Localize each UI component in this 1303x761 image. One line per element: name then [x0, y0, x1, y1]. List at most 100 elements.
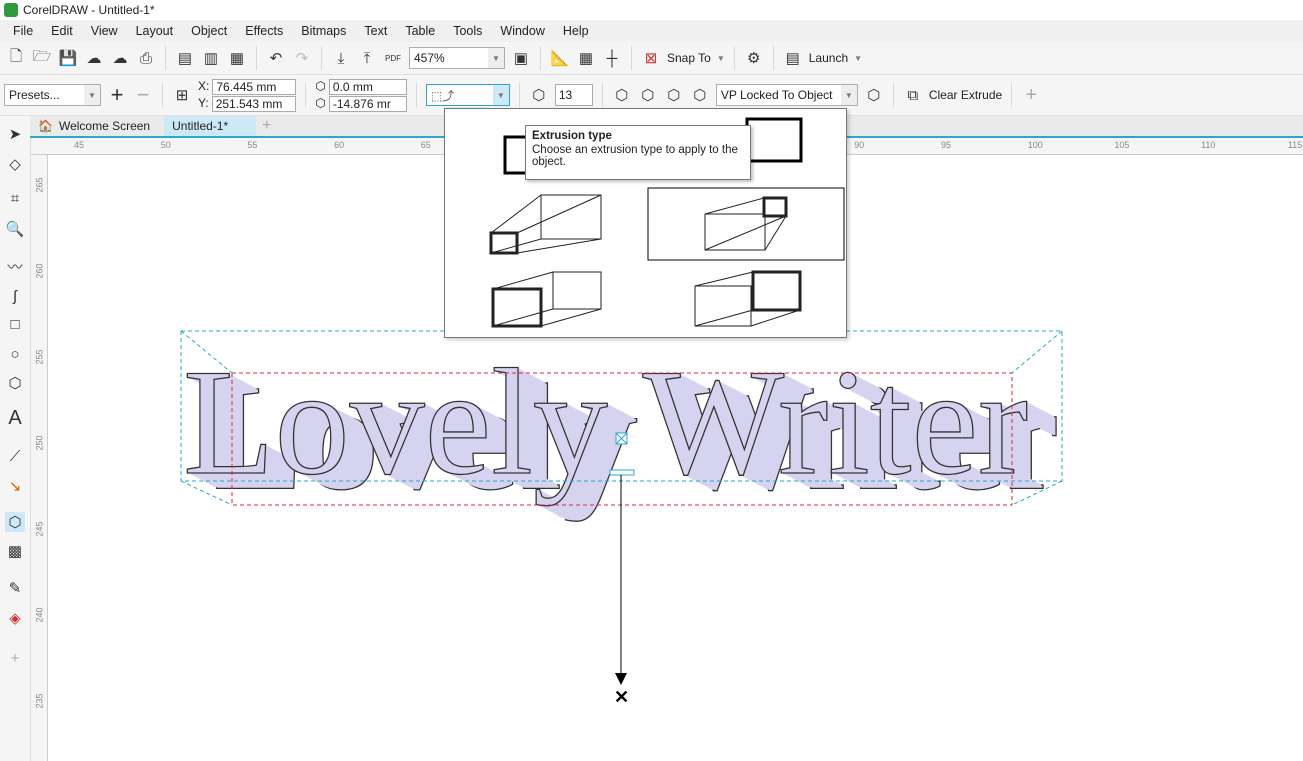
eyedropper-tool-icon[interactable]: ✎: [5, 578, 25, 598]
clear-extrude-button[interactable]: Clear Extrude: [929, 88, 1002, 102]
extrusion-type-option-big-back[interactable]: [745, 117, 803, 163]
import-icon[interactable]: ⤓: [331, 48, 351, 68]
extrusion-color-icon[interactable]: ⬡: [638, 85, 658, 105]
launch-button[interactable]: Launch: [809, 51, 848, 65]
clear-extrude-icon[interactable]: ⧉: [903, 85, 923, 105]
x-position-input[interactable]: 76.445 mm: [212, 78, 297, 95]
copy-icon[interactable]: ▥: [201, 48, 221, 68]
tooltip: Extrusion type Choose an extrusion type …: [525, 125, 751, 180]
snap-off-icon[interactable]: ⊠: [641, 48, 661, 68]
vertical-ruler[interactable]: 265 260 255 250 245 240 235: [31, 155, 48, 761]
zoom-level-combo[interactable]: 457% ▼: [409, 47, 505, 69]
depth-slider-handle[interactable]: [609, 469, 635, 476]
extrusion-type-option-selected[interactable]: [647, 187, 845, 261]
vp-x-input[interactable]: 0.0 mm: [328, 78, 407, 95]
snap-to-button[interactable]: Snap To: [667, 51, 711, 65]
add-icon[interactable]: +: [1021, 84, 1041, 106]
position-fields: X: 76.445 mm Y: 251.543 mm: [198, 78, 297, 112]
full-screen-icon[interactable]: ▣: [511, 48, 531, 68]
y-position-input[interactable]: 251.543 mm: [211, 95, 296, 112]
menu-text[interactable]: Text: [355, 24, 396, 38]
chevron-down-icon[interactable]: ▼: [717, 54, 725, 63]
copy-extrude-icon[interactable]: ⬡: [864, 85, 884, 105]
ruler-tick-label: 240: [34, 607, 45, 623]
tab-welcome-screen[interactable]: 🏠 Welcome Screen: [30, 116, 164, 136]
vanishing-point-lock-combo[interactable]: VP Locked To Object ▼: [715, 84, 858, 106]
connector-tool-icon[interactable]: ↘: [5, 476, 25, 496]
zoom-tool-icon[interactable]: 🔍: [5, 219, 25, 239]
extrusion-lighting-icon[interactable]: ⬡: [690, 85, 710, 105]
extrusion-bevels-icon[interactable]: ⬡: [664, 85, 684, 105]
menu-file[interactable]: File: [4, 24, 42, 38]
extrusion-type-option-small-front[interactable]: [489, 194, 602, 255]
grid-icon[interactable]: ▦: [576, 48, 596, 68]
extrusion-type-option-big-front[interactable]: [491, 271, 602, 328]
cloud-download-icon[interactable]: ☁: [84, 48, 104, 68]
extrude-rotation-icon[interactable]: ⬡: [612, 85, 632, 105]
paste-icon[interactable]: ▦: [227, 48, 247, 68]
ruler-tick-label: 115: [1287, 140, 1303, 150]
window-title: CorelDRAW - Untitled-1*: [23, 3, 155, 17]
ruler-tick-label: 105: [1114, 140, 1130, 150]
menu-bitmaps[interactable]: Bitmaps: [292, 24, 355, 38]
chevron-down-icon[interactable]: ▼: [492, 85, 509, 105]
guidelines-icon[interactable]: ┼: [602, 48, 622, 68]
export-icon[interactable]: ⤒: [357, 48, 377, 68]
pick-tool-icon[interactable]: ➤: [5, 124, 25, 144]
new-document-icon[interactable]: 🗋: [6, 48, 26, 68]
save-icon[interactable]: 💾: [58, 48, 78, 68]
menu-effects[interactable]: Effects: [236, 24, 292, 38]
menu-edit[interactable]: Edit: [42, 24, 82, 38]
artistic-media-icon[interactable]: ʃ: [5, 286, 25, 306]
add-preset-icon[interactable]: +: [107, 82, 127, 107]
redo-icon[interactable]: ↷: [292, 48, 312, 68]
open-folder-icon[interactable]: 🗁: [32, 48, 52, 68]
new-tab-button[interactable]: +: [256, 116, 277, 136]
chevron-down-icon[interactable]: ▼: [854, 54, 862, 63]
menu-view[interactable]: View: [82, 24, 127, 38]
rulers-icon[interactable]: 📐: [550, 48, 570, 68]
depth-input[interactable]: 13: [554, 84, 593, 106]
extrude-tool-icon[interactable]: ⬡: [5, 512, 25, 532]
text-tool-icon[interactable]: A: [5, 407, 25, 429]
transparency-tool-icon[interactable]: ▩: [5, 541, 25, 561]
print-icon[interactable]: ⎙: [136, 48, 156, 68]
menu-tools[interactable]: Tools: [444, 24, 491, 38]
add-tool-icon[interactable]: +: [5, 648, 25, 668]
tab-untitled-1[interactable]: Untitled-1*: [164, 116, 257, 136]
shape-tool-icon[interactable]: ◇: [5, 154, 25, 174]
menu-window[interactable]: Window: [491, 24, 553, 38]
cut-icon[interactable]: ▤: [175, 48, 195, 68]
parallel-dimension-icon[interactable]: ⟋: [5, 446, 25, 466]
chevron-down-icon[interactable]: ▼: [84, 85, 100, 105]
depth-icon: ⬡: [532, 87, 546, 104]
chevron-down-icon[interactable]: ▼: [840, 85, 857, 105]
pdf-icon[interactable]: PDF: [383, 48, 403, 68]
freehand-tool-icon[interactable]: 〰: [5, 256, 25, 276]
extrusion-type-combo[interactable]: ⬚⤴ ▼: [425, 84, 510, 106]
extrusion-type-option-big-back-left[interactable]: [694, 270, 802, 327]
vp-y-input[interactable]: -14.876 mr: [328, 95, 407, 112]
ruler-tick-label: 245: [34, 521, 45, 537]
interactive-fill-icon[interactable]: ◈: [5, 608, 25, 628]
launch-icon[interactable]: ▤: [783, 48, 803, 68]
chevron-down-icon[interactable]: ▼: [488, 48, 504, 68]
y-label: Y:: [198, 95, 209, 110]
rectangle-tool-icon[interactable]: □: [5, 314, 25, 334]
presets-combo[interactable]: Presets... ▼: [4, 84, 101, 106]
ellipse-tool-icon[interactable]: ○: [5, 344, 25, 364]
menu-object[interactable]: Object: [182, 24, 236, 38]
crop-tool-icon[interactable]: ⌗: [5, 188, 25, 208]
vanishing-point-icon[interactable]: ✕: [614, 687, 629, 707]
undo-icon[interactable]: ↶: [266, 48, 286, 68]
extrusion-type-option-small-back-right[interactable]: [704, 196, 788, 251]
menu-table[interactable]: Table: [396, 24, 444, 38]
polygon-tool-icon[interactable]: ⬡: [5, 373, 25, 393]
ruler-tick-label: 45: [74, 140, 85, 150]
zoom-value: 457%: [414, 51, 445, 65]
remove-preset-icon[interactable]: −: [133, 82, 153, 107]
menu-layout[interactable]: Layout: [127, 24, 183, 38]
cloud-upload-icon[interactable]: ☁: [110, 48, 130, 68]
menu-help[interactable]: Help: [554, 24, 598, 38]
gear-icon[interactable]: ⚙: [744, 48, 764, 68]
